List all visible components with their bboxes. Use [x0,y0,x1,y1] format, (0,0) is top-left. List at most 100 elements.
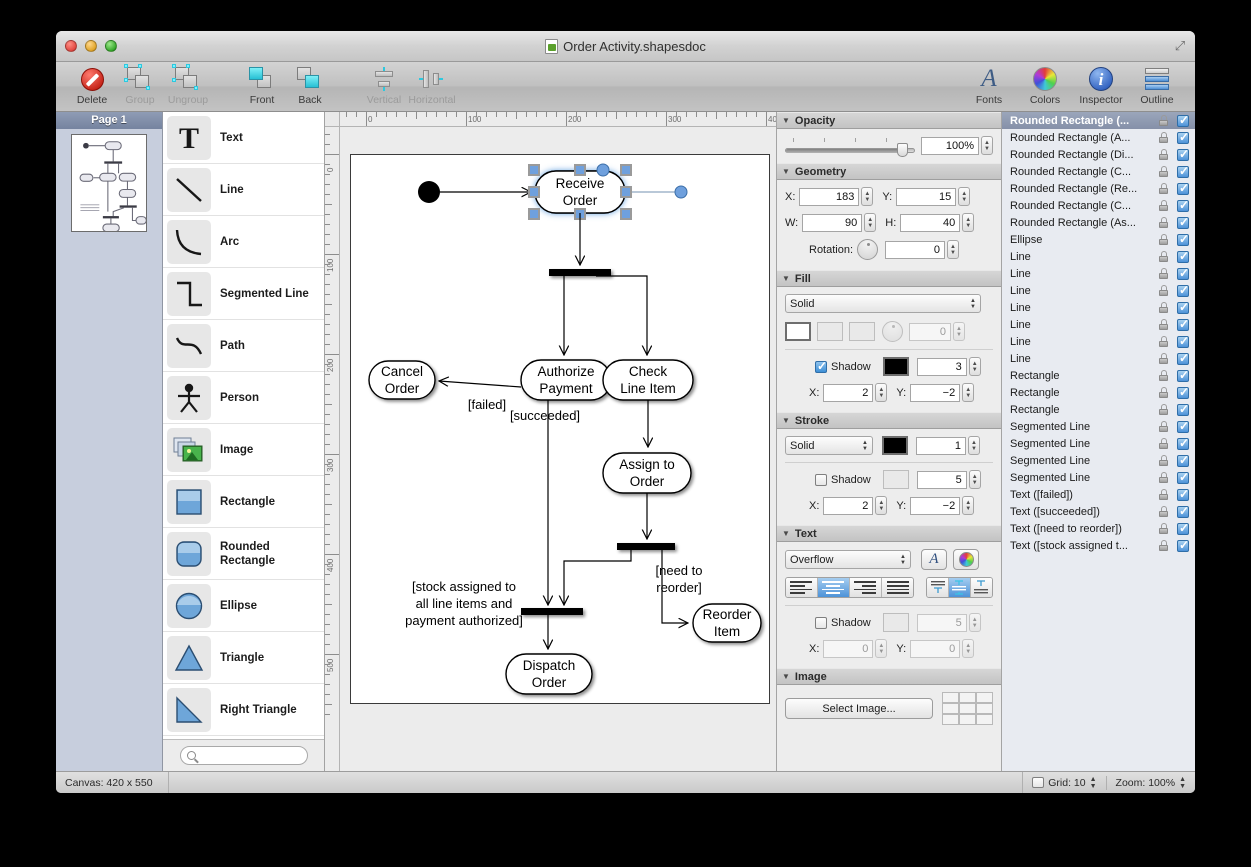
lock-icon[interactable] [1159,166,1168,177]
visibility-checkbox[interactable] [1177,268,1189,280]
disclosure-triangle-icon[interactable]: ▼ [782,274,790,283]
visibility-checkbox[interactable] [1177,404,1189,416]
align-center-icon[interactable] [818,578,850,597]
lock-icon[interactable] [1159,540,1168,551]
text-valign-group[interactable] [926,577,993,598]
align-right-icon[interactable] [850,578,882,597]
lock-icon[interactable] [1159,132,1168,143]
x-input[interactable]: 183 [799,188,859,206]
outline-button[interactable]: Outline [1129,62,1185,106]
group-button[interactable]: Group [116,62,164,106]
geometry-section-header[interactable]: ▼ Geometry [777,163,1001,180]
rotation-input[interactable]: 0 [885,241,945,259]
page-thumbnail[interactable] [71,134,147,232]
outline-row[interactable]: Text ([succeeded]) [1002,503,1195,520]
shape-item-segmented-line[interactable]: Segmented Line [163,268,324,320]
outline-row[interactable]: Rounded Rectangle (C... [1002,163,1195,180]
bring-front-button[interactable]: Front [238,62,286,106]
fill-style-select[interactable]: Solid ▲▼ [785,294,981,313]
lock-icon[interactable] [1159,421,1168,432]
align-left-icon[interactable] [786,578,818,597]
outline-row[interactable]: Rounded Rectangle (Di... [1002,146,1195,163]
outline-row[interactable]: Segmented Line [1002,435,1195,452]
horizontal-ruler[interactable]: 0100200300400 [340,112,776,127]
outline-row[interactable]: Text ([need to reorder]) [1002,520,1195,537]
stroke-width-stepper[interactable]: ▲▼ [968,436,980,455]
gradient-end-swatch[interactable] [849,322,875,341]
outline-row[interactable]: Rectangle [1002,384,1195,401]
x-stepper[interactable]: ▲▼ [861,187,873,206]
text-shadow-x-input[interactable]: 0 [823,640,873,658]
canvas-sheet[interactable]: Receive Order [350,154,770,704]
lock-icon[interactable] [1159,217,1168,228]
valign-bottom-icon[interactable] [971,578,992,597]
fill-shadow-blur-input[interactable]: 3 [917,358,967,376]
lock-icon[interactable] [1159,200,1168,211]
visibility-checkbox[interactable] [1177,149,1189,161]
visibility-checkbox[interactable] [1177,166,1189,178]
y-stepper[interactable]: ▲▼ [958,187,970,206]
zoom-button[interactable] [105,40,117,52]
visibility-checkbox[interactable] [1177,217,1189,229]
lock-icon[interactable] [1159,183,1168,194]
shape-item-person[interactable]: Person [163,372,324,424]
lock-icon[interactable] [1159,438,1168,449]
lock-icon[interactable] [1159,472,1168,483]
inspector-button[interactable]: i Inspector [1073,62,1129,106]
minimize-button[interactable] [85,40,97,52]
y-input[interactable]: 15 [896,188,956,206]
outline-row[interactable]: Ellipse [1002,231,1195,248]
canvas-scroll[interactable]: Receive Order [340,127,776,771]
stroke-section-header[interactable]: ▼ Stroke [777,412,1001,429]
fill-shadow-color-swatch[interactable] [883,357,909,376]
visibility-checkbox[interactable] [1177,319,1189,331]
text-shadow-color-swatch[interactable] [883,613,909,632]
outline-row[interactable]: Text ([stock assigned t... [1002,537,1195,554]
outline-row[interactable]: Rectangle [1002,367,1195,384]
outline-row[interactable]: Rounded Rectangle (As... [1002,214,1195,231]
grid-stepper[interactable]: ▲▼ [1090,776,1097,790]
outline-row[interactable]: Line [1002,282,1195,299]
rotation-dial[interactable] [857,239,878,260]
h-input[interactable]: 40 [900,214,960,232]
valign-top-icon[interactable] [927,578,949,597]
outline-row[interactable]: Line [1002,333,1195,350]
vertical-ruler[interactable]: 0100200300400500 [325,127,340,771]
visibility-checkbox[interactable] [1177,234,1189,246]
gradient-angle-stepper[interactable]: ▲▼ [953,322,965,341]
lock-icon[interactable] [1159,234,1168,245]
fill-section-header[interactable]: ▼ Fill [777,270,1001,287]
outline-row[interactable]: Rectangle [1002,401,1195,418]
text-shadow-blur-stepper[interactable]: ▲▼ [969,613,981,632]
fill-shadow-x-stepper[interactable]: ▲▼ [875,383,887,402]
image-section-header[interactable]: ▼ Image [777,668,1001,685]
outline-row[interactable]: Line [1002,316,1195,333]
grid-checkbox[interactable] [1032,777,1044,788]
stroke-shadow-y-input[interactable]: −2 [910,497,960,515]
visibility-checkbox[interactable] [1177,302,1189,314]
shape-item-line[interactable]: Line [163,164,324,216]
stroke-style-select[interactable]: Solid ▲▼ [785,436,873,455]
outline-row[interactable]: Line [1002,299,1195,316]
fill-shadow-checkbox[interactable] [815,361,827,373]
grid-control[interactable]: Grid: 10 ▲▼ [1023,776,1106,790]
outline-row[interactable]: Rounded Rectangle (A... [1002,129,1195,146]
w-input[interactable]: 90 [802,214,862,232]
visibility-checkbox[interactable] [1177,523,1189,535]
visibility-checkbox[interactable] [1177,370,1189,382]
shape-item-arc[interactable]: Arc [163,216,324,268]
lock-icon[interactable] [1159,336,1168,347]
lock-icon[interactable] [1159,404,1168,415]
lock-icon[interactable] [1159,149,1168,160]
close-button[interactable] [65,40,77,52]
outline-panel[interactable]: Rounded Rectangle (...Rounded Rectangle … [1001,112,1195,771]
stroke-shadow-color-swatch[interactable] [883,470,909,489]
fill-color-swatch[interactable] [785,322,811,341]
zoom-stepper[interactable]: ▲▼ [1179,776,1186,790]
send-back-button[interactable]: Back [286,62,334,106]
outline-row[interactable]: Rounded Rectangle (... [1002,112,1195,129]
outline-row[interactable]: Line [1002,248,1195,265]
shape-item-right-triangle[interactable]: Right Triangle [163,684,324,736]
disclosure-triangle-icon[interactable]: ▼ [782,416,790,425]
lock-icon[interactable] [1159,370,1168,381]
